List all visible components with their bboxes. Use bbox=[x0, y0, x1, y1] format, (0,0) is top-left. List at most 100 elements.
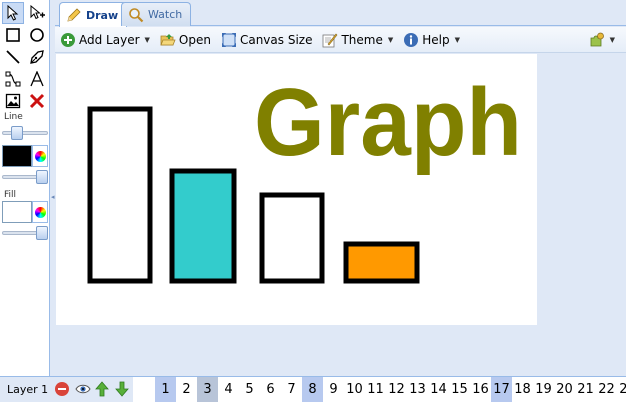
drawing-stage: Graph bbox=[55, 54, 626, 376]
pen-tool[interactable] bbox=[26, 46, 48, 68]
frame-button-9[interactable]: 9 bbox=[323, 377, 344, 402]
slider-thumb[interactable] bbox=[36, 226, 48, 240]
path-tool[interactable] bbox=[2, 68, 24, 90]
circle-icon bbox=[30, 28, 44, 42]
arrow-plus-icon bbox=[30, 5, 45, 20]
collapse-arrow-icon: ◂ bbox=[51, 193, 55, 201]
move-layer-down-icon[interactable] bbox=[114, 381, 130, 397]
move-layer-up-icon[interactable] bbox=[94, 381, 110, 397]
layer-name: Layer 1 bbox=[7, 383, 49, 396]
frame-button-8[interactable]: 8 bbox=[302, 377, 323, 402]
frame-button-18[interactable]: 18 bbox=[512, 377, 533, 402]
text-a-icon bbox=[30, 71, 44, 87]
line-tool[interactable] bbox=[2, 46, 24, 68]
frame-button-11[interactable]: 11 bbox=[365, 377, 386, 402]
tab-strip: Draw Watch bbox=[55, 0, 626, 27]
fill-color-picker-button[interactable] bbox=[32, 201, 48, 223]
frame-button-4[interactable]: 4 bbox=[218, 377, 239, 402]
line-width-slider[interactable] bbox=[2, 126, 48, 140]
select-tool[interactable] bbox=[2, 2, 24, 24]
rectangle-tool[interactable] bbox=[2, 24, 24, 46]
red-x-icon bbox=[29, 93, 45, 109]
frame-button-10[interactable]: 10 bbox=[344, 377, 365, 402]
line-color-swatch[interactable] bbox=[2, 145, 32, 167]
pencil-icon bbox=[67, 8, 81, 22]
chevron-down-icon: ▼ bbox=[454, 35, 460, 44]
frame-button-1[interactable]: 1 bbox=[155, 377, 176, 402]
add-point-tool[interactable] bbox=[26, 2, 48, 24]
frame-button-15[interactable]: 15 bbox=[449, 377, 470, 402]
frame-button-23[interactable]: 23 bbox=[617, 377, 626, 402]
frame-button-5[interactable]: 5 bbox=[239, 377, 260, 402]
frame-button-12[interactable]: 12 bbox=[386, 377, 407, 402]
canvas-drawing: Graph bbox=[87, 69, 522, 284]
graph-text-object[interactable]: Graph bbox=[254, 69, 522, 176]
slider-thumb[interactable] bbox=[11, 126, 23, 140]
bar-rectangle-2[interactable] bbox=[169, 168, 237, 284]
frame-button-7[interactable]: 7 bbox=[281, 377, 302, 402]
frame-button-17[interactable]: 17 bbox=[491, 377, 512, 402]
frame-button-2[interactable]: 2 bbox=[176, 377, 197, 402]
frame-button-14[interactable]: 14 bbox=[428, 377, 449, 402]
frame-button-16[interactable]: 16 bbox=[470, 377, 491, 402]
fill-color-swatch[interactable] bbox=[2, 201, 32, 223]
bar-rectangle-3[interactable] bbox=[259, 192, 325, 284]
chevron-down-icon: ▼ bbox=[609, 36, 615, 44]
magnifier-icon bbox=[129, 7, 144, 22]
plugin-menu-button[interactable]: ▼ bbox=[584, 29, 620, 51]
tab-label: Draw bbox=[86, 8, 119, 22]
remove-layer-icon[interactable] bbox=[54, 381, 70, 397]
tool-palette: Line Fill bbox=[0, 0, 50, 376]
chevron-down-icon: ▼ bbox=[387, 35, 394, 44]
pen-nib-icon bbox=[30, 50, 44, 64]
eye-icon[interactable] bbox=[75, 381, 91, 397]
arrow-pointer-icon bbox=[7, 5, 19, 21]
add-layer-button[interactable]: Add Layer ▼ bbox=[55, 29, 155, 51]
open-button[interactable]: Open bbox=[155, 29, 216, 51]
line-color-picker-button[interactable] bbox=[32, 145, 48, 167]
bar-rectangle-4[interactable] bbox=[343, 241, 420, 284]
slider-thumb[interactable] bbox=[36, 170, 48, 184]
color-wheel-icon bbox=[34, 206, 46, 218]
help-button[interactable]: Help ▼ bbox=[398, 29, 465, 51]
line-color-row bbox=[2, 145, 48, 167]
puzzle-gear-icon bbox=[590, 32, 604, 47]
color-wheel-icon bbox=[34, 150, 46, 162]
line-opacity-slider[interactable] bbox=[2, 170, 48, 184]
info-icon bbox=[404, 32, 419, 47]
line-icon bbox=[6, 50, 20, 64]
frame-button-21[interactable]: 21 bbox=[575, 377, 596, 402]
drawing-canvas[interactable]: Graph bbox=[56, 54, 537, 325]
add-circle-icon bbox=[61, 32, 75, 47]
tab-draw[interactable]: Draw bbox=[59, 2, 128, 27]
chevron-down-icon: ▼ bbox=[144, 35, 150, 44]
theme-button[interactable]: Theme ▼ bbox=[317, 29, 398, 51]
delete-tool[interactable] bbox=[26, 90, 48, 112]
layer-timeline-bar: Layer 1 1 2 3 4 5 6 7 8 9 10 11 12 13 14 15 16 17 18 19 20 2… bbox=[0, 376, 626, 402]
rectangle-icon bbox=[6, 28, 20, 42]
frame-strip: 1234567891011121314151617181920212223 bbox=[133, 377, 626, 402]
tab-watch[interactable]: Watch bbox=[121, 2, 192, 26]
ellipse-tool[interactable] bbox=[26, 24, 48, 46]
frame-button-6[interactable]: 6 bbox=[260, 377, 281, 402]
main-toolbar: Add Layer ▼ Open Canvas Size Theme ▼ Hel… bbox=[55, 27, 626, 53]
line-label: Line bbox=[4, 112, 23, 122]
tab-label: Watch bbox=[148, 8, 183, 21]
frame-button-22[interactable]: 22 bbox=[596, 377, 617, 402]
image-icon bbox=[5, 93, 21, 109]
frame-button-3[interactable]: 3 bbox=[197, 377, 218, 402]
canvas-size-button[interactable]: Canvas Size bbox=[216, 29, 318, 51]
resize-icon bbox=[221, 32, 236, 47]
frame-button-20[interactable]: 20 bbox=[554, 377, 575, 402]
fill-color-row bbox=[2, 201, 48, 223]
edit-brush-icon bbox=[323, 33, 338, 47]
frame-button-13[interactable]: 13 bbox=[407, 377, 428, 402]
image-tool[interactable] bbox=[2, 90, 24, 112]
bar-rectangle-1[interactable] bbox=[87, 106, 153, 284]
frame-button-19[interactable]: 19 bbox=[533, 377, 554, 402]
text-tool[interactable] bbox=[26, 68, 48, 90]
folder-open-icon bbox=[160, 33, 176, 45]
fill-label: Fill bbox=[4, 190, 17, 200]
bezier-path-icon bbox=[5, 71, 21, 87]
fill-opacity-slider[interactable] bbox=[2, 226, 48, 240]
